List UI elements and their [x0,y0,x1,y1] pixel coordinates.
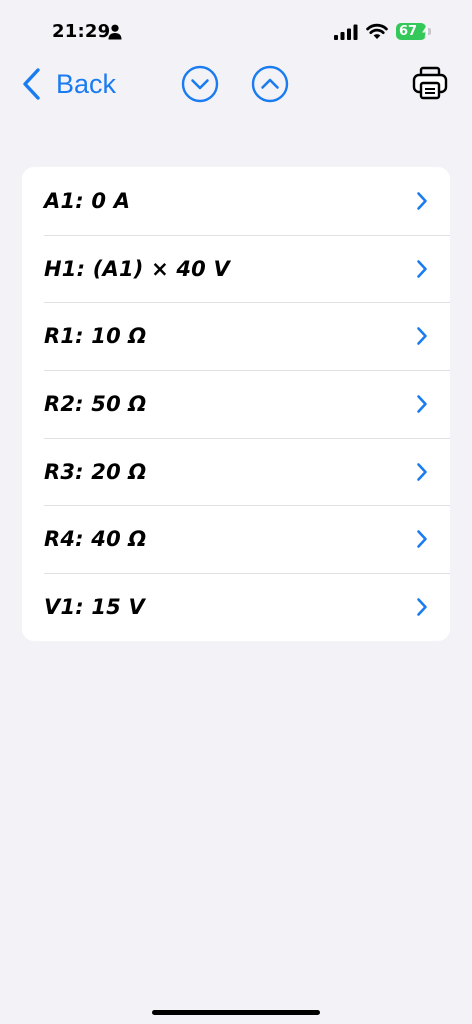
list-item-r1[interactable]: R1: 10 Ω [22,302,450,370]
list-item-label: H1: (A1) × 40 V [44,256,230,281]
list-item-r4[interactable]: R4: 40 Ω [22,505,450,573]
person-icon [108,24,122,40]
wifi-icon [366,23,388,39]
list-item-h1[interactable]: H1: (A1) × 40 V [22,234,450,303]
list-item-label: R3: 20 Ω [44,459,147,484]
chevron-left-icon [23,68,40,100]
list-item-label: R4: 40 Ω [44,527,147,552]
list-item-r3[interactable]: R3: 20 Ω [22,437,450,506]
back-label: Back [56,68,117,99]
chevron-right-icon [417,395,427,413]
chevron-down-circle-icon[interactable] [181,65,219,103]
chevron-right-icon [417,530,427,549]
chevron-right-icon [417,462,427,481]
signal-icon [334,24,358,40]
back-button[interactable]: Back [22,64,116,104]
list-item-label: R2: 50 Ω [44,391,147,416]
printer-icon[interactable] [411,64,449,102]
chevron-right-icon [417,259,427,278]
list-item-label: R1: 10 Ω [44,324,147,349]
chevron-right-icon [417,327,427,346]
list-item-r2[interactable]: R2: 50 Ω [22,370,450,438]
list-item-label: A1: 0 A [44,188,131,213]
chevron-right-icon [417,598,427,616]
status-bar: 21:29 67 [0,0,472,60]
home-indicator[interactable] [152,1010,320,1015]
battery-nub [428,28,431,35]
list-item-label: V1: 15 V [44,594,145,619]
list-item-a1[interactable]: A1: 0 A [22,167,450,235]
status-time: 21:29 [52,21,111,42]
list-item-v1[interactable]: V1: 15 V [22,573,450,641]
component-list: A1: 0 A H1: (A1) × 40 V R1: 10 Ω R2: 50 … [22,167,450,641]
chevron-up-circle-icon[interactable] [251,65,289,103]
chevron-right-icon [417,192,427,210]
